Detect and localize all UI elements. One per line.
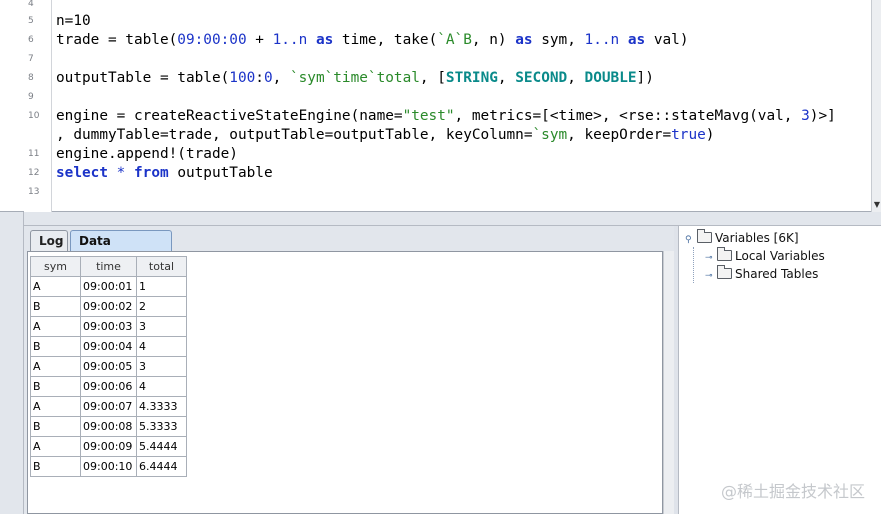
table-row[interactable]: B 09:00:04 4	[30, 336, 187, 357]
code-line-10-wrap: , dummyTable=trade, outputTable=outputTa…	[56, 127, 715, 143]
cell-time[interactable]: 09:00:08	[80, 416, 137, 437]
cell-sym[interactable]: A	[30, 356, 81, 377]
line-number: 5	[28, 16, 34, 26]
tree-expand-handle-icon[interactable]: ⚲	[685, 232, 695, 248]
line-number: 12	[28, 168, 40, 178]
table-row[interactable]: B 09:00:08 5.3333	[30, 416, 187, 437]
column-header-time[interactable]: time	[80, 256, 137, 277]
tree-node-label: Variables [6K]	[715, 231, 799, 245]
horizontal-splitter[interactable]	[24, 212, 881, 226]
cell-sym[interactable]: A	[30, 276, 81, 297]
folder-icon	[697, 229, 712, 243]
tree-collapsed-handle-icon[interactable]: ⊸	[705, 250, 715, 266]
tree-node-variables[interactable]: ⚲ Variables [6K]	[685, 229, 799, 248]
data-browser-content: sym time total A 09:00:01 1 B 09:00:02 2 A 09…	[27, 251, 663, 514]
table-row[interactable]: B 09:00:06 4	[30, 376, 187, 397]
cell-time[interactable]: 09:00:06	[80, 376, 137, 397]
table-row[interactable]: A 09:00:07 4.3333	[30, 396, 187, 417]
tree-node-shared-tables[interactable]: ⊸ Shared Tables	[705, 265, 819, 284]
cell-total[interactable]: 6.4444	[136, 456, 187, 477]
table-row[interactable]: B 09:00:10 6.4444	[30, 456, 187, 477]
code-editor[interactable]: 4 5 6 7 8 9 10 11 12 13 n=10 trade = tab…	[0, 0, 881, 212]
code-line-8: outputTable = table(100:0, `sym`time`tot…	[56, 70, 654, 86]
output-vertical-scrollbar[interactable]	[663, 251, 674, 514]
table-row[interactable]: A 09:00:05 3	[30, 356, 187, 377]
watermark: @稀土掘金技术社区	[720, 482, 865, 501]
cell-sym[interactable]: B	[30, 456, 81, 477]
tree-node-label: Local Variables	[735, 249, 825, 263]
code-line-6: trade = table(09:00:00 + 1..n as time, t…	[56, 32, 689, 48]
code-line-10: engine = createReactiveStateEngine(name=…	[56, 108, 836, 124]
cell-total[interactable]: 3	[136, 356, 187, 377]
cell-total[interactable]: 4	[136, 336, 187, 357]
cell-total[interactable]: 2	[136, 296, 187, 317]
cell-time[interactable]: 09:00:10	[80, 456, 137, 477]
cell-sym[interactable]: A	[30, 436, 81, 457]
line-number: 13	[28, 187, 40, 197]
cell-time[interactable]: 09:00:01	[80, 276, 137, 297]
cell-time[interactable]: 09:00:04	[80, 336, 137, 357]
table-header-row: sym time total	[30, 256, 187, 277]
variables-panel: ⚲ Variables [6K] ⊸ Local Variables ⊸ Shared…	[678, 226, 881, 514]
cell-sym[interactable]: B	[30, 296, 81, 317]
column-header-sym[interactable]: sym	[30, 256, 81, 277]
line-number: 9	[28, 92, 34, 102]
cell-total[interactable]: 4.3333	[136, 396, 187, 417]
cell-time[interactable]: 09:00:02	[80, 296, 137, 317]
scroll-down-arrow-icon[interactable]: ▼	[872, 200, 881, 210]
cell-sym[interactable]: A	[30, 396, 81, 417]
table-row[interactable]: B 09:00:02 2	[30, 296, 187, 317]
line-number: 4	[28, 0, 34, 9]
cell-sym[interactable]: B	[30, 336, 81, 357]
line-number: 10	[28, 111, 40, 121]
tree-connector	[693, 247, 694, 283]
cell-total[interactable]: 5.4444	[136, 436, 187, 457]
cell-total[interactable]: 4	[136, 376, 187, 397]
cell-sym[interactable]: B	[30, 416, 81, 437]
cell-total[interactable]: 1	[136, 276, 187, 297]
column-header-total[interactable]: total	[136, 256, 187, 277]
code-line-5: n=10	[56, 13, 91, 29]
cell-time[interactable]: 09:00:09	[80, 436, 137, 457]
cell-time[interactable]: 09:00:07	[80, 396, 137, 417]
result-table: sym time total A 09:00:01 1 B 09:00:02 2 A 09…	[30, 256, 187, 477]
tab-log[interactable]: Log	[30, 230, 68, 252]
line-number: 7	[28, 54, 34, 64]
code-area[interactable]: n=10 trade = table(09:00:00 + 1..n as ti…	[56, 0, 871, 212]
cell-total[interactable]: 5.3333	[136, 416, 187, 437]
tree-node-label: Shared Tables	[735, 267, 819, 281]
folder-icon	[717, 247, 732, 261]
cell-sym[interactable]: A	[30, 316, 81, 337]
cell-time[interactable]: 09:00:05	[80, 356, 137, 377]
line-number: 8	[28, 73, 34, 83]
line-number-gutter: 4 5 6 7 8 9 10 11 12 13	[24, 0, 52, 212]
cell-total[interactable]: 3	[136, 316, 187, 337]
tree-collapsed-handle-icon[interactable]: ⊸	[705, 268, 715, 284]
tab-data-browser[interactable]: Data Browser	[70, 230, 172, 268]
code-line-12: select * from outputTable	[56, 165, 273, 181]
line-number: 11	[28, 149, 40, 159]
output-panel: Log Data Browser sym time total A09:00:0…	[24, 226, 674, 514]
folder-icon	[717, 265, 732, 279]
code-line-11: engine.append!(trade)	[56, 146, 238, 162]
editor-vertical-scrollbar[interactable]: ▼	[871, 0, 881, 212]
cell-time[interactable]: 09:00:03	[80, 316, 137, 337]
line-number: 6	[28, 35, 34, 45]
table-row[interactable]: A 09:00:09 5.4444	[30, 436, 187, 457]
table-row[interactable]: A 09:00:01 1	[30, 276, 187, 297]
table-row[interactable]: A 09:00:03 3	[30, 316, 187, 337]
cell-sym[interactable]: B	[30, 376, 81, 397]
tree-node-local-variables[interactable]: ⊸ Local Variables	[705, 247, 825, 266]
